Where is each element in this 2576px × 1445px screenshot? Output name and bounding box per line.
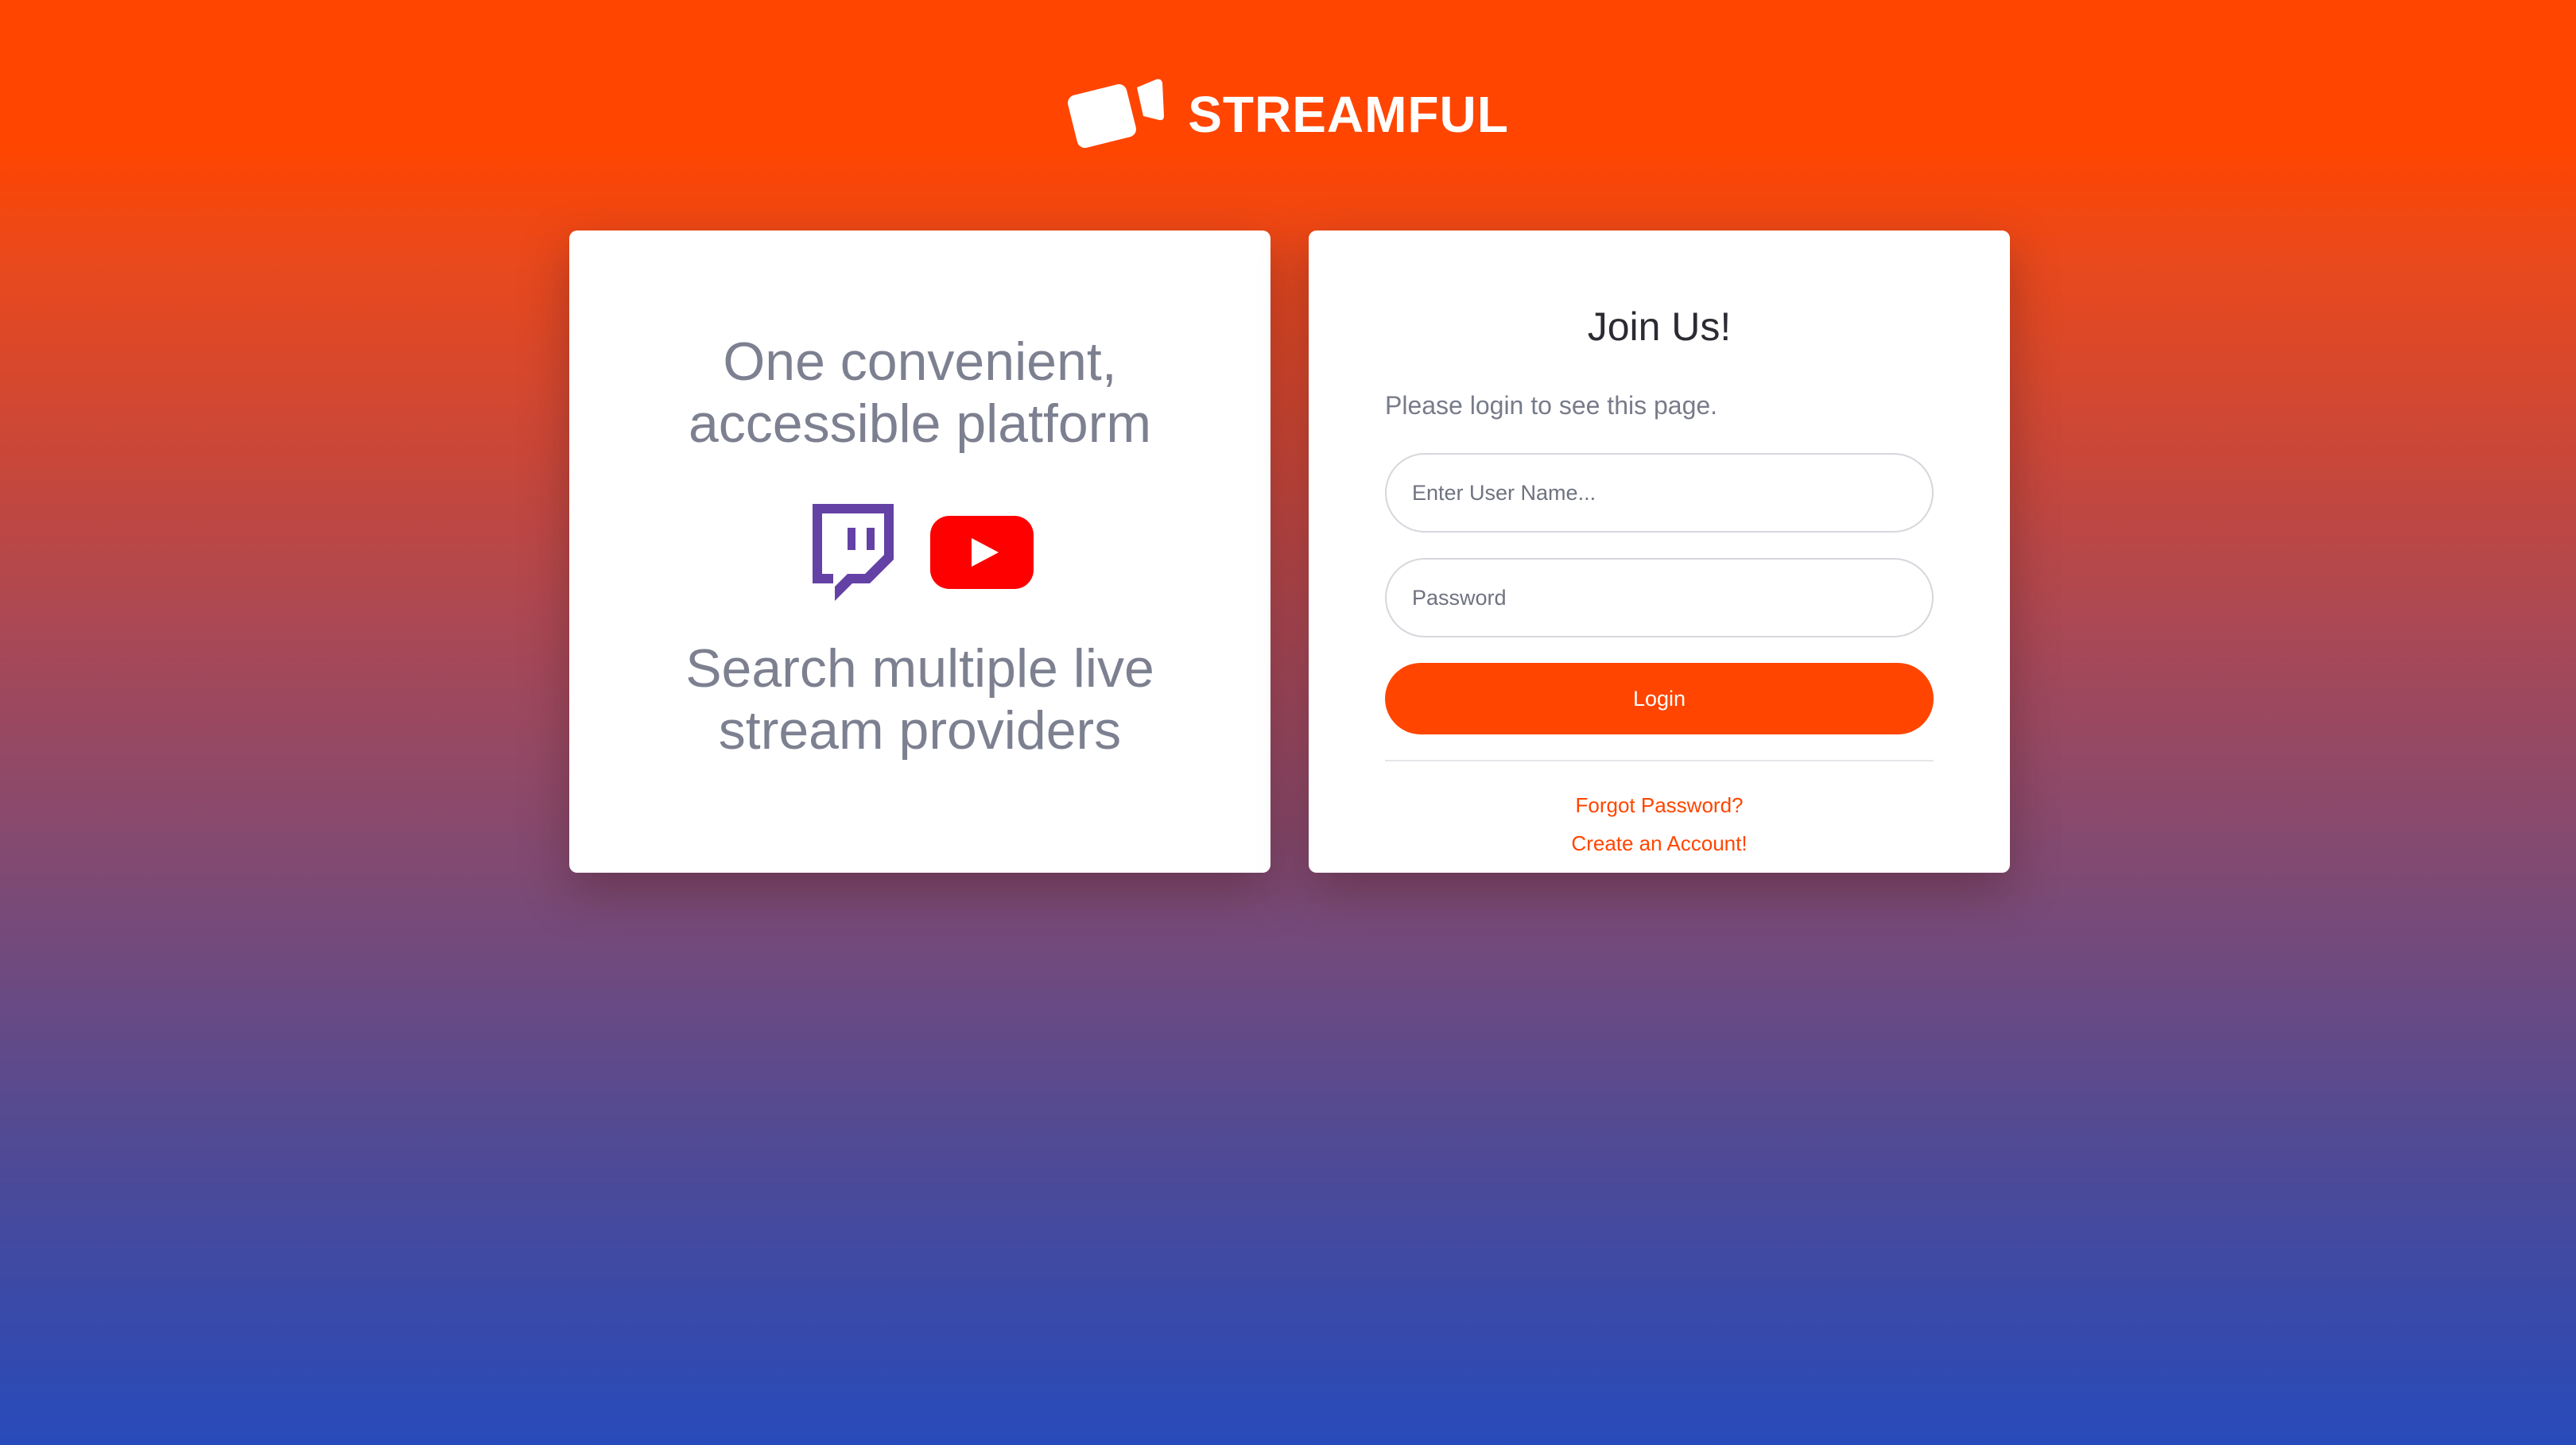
divider	[1385, 760, 1934, 761]
promo-tagline: Search multiple live stream providers	[569, 637, 1271, 761]
login-note: Please login to see this page.	[1385, 391, 1718, 420]
login-title: Join Us!	[1587, 304, 1732, 349]
video-camera-icon	[1067, 76, 1166, 153]
forgot-password-link[interactable]: Forgot Password?	[1309, 793, 2010, 818]
promo-card: One convenient, accessible platform Sear…	[569, 231, 1271, 873]
twitch-icon	[806, 504, 894, 601]
brand-name: STREAMFUL	[1188, 86, 1509, 143]
promo-headline-line: accessible platform	[688, 393, 1152, 454]
promo-tagline-line: Search multiple live	[685, 638, 1154, 699]
provider-logos	[569, 504, 1271, 601]
youtube-icon	[930, 516, 1034, 589]
login-button[interactable]: Login	[1385, 663, 1934, 734]
brand-header: STREAMFUL	[0, 76, 2576, 153]
login-card: Join Us! Please login to see this page. …	[1309, 231, 2010, 873]
username-input[interactable]	[1385, 453, 1934, 533]
create-account-link[interactable]: Create an Account!	[1309, 831, 2010, 856]
promo-headline: One convenient, accessible platform	[569, 331, 1271, 455]
promo-tagline-line: stream providers	[718, 700, 1122, 761]
password-input[interactable]	[1385, 558, 1934, 637]
promo-headline-line: One convenient,	[723, 331, 1117, 392]
